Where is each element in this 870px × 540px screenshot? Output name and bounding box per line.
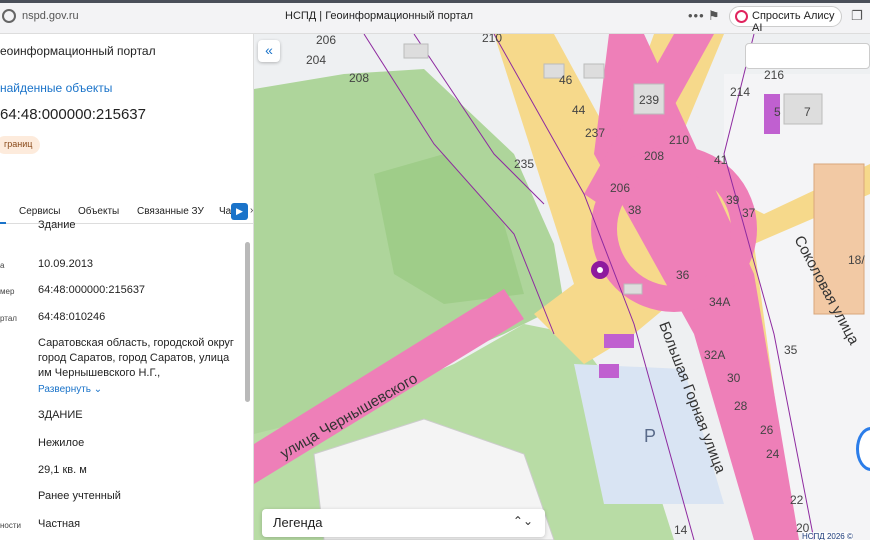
status-badge: границ	[0, 136, 41, 154]
tab-objects[interactable]: Объекты	[78, 206, 119, 217]
tab-related-parcels[interactable]: Связанные ЗУ	[137, 206, 204, 217]
parcel-number: 35	[784, 343, 798, 357]
building	[583, 63, 605, 79]
parcel-number: 39	[726, 193, 740, 207]
building	[623, 283, 643, 295]
address-value: Саратовская область, городской округ гор…	[38, 337, 234, 379]
bookmark-icon[interactable]: ⚑	[708, 8, 720, 24]
building	[604, 334, 634, 348]
more-icon[interactable]: •••	[688, 8, 705, 23]
ask-alice-button[interactable]: Спросить Алису AI	[729, 6, 842, 34]
parcel-number: 210	[482, 34, 502, 45]
parcel-number: 5	[774, 105, 781, 119]
parcel-number: 206	[316, 34, 336, 47]
parcel-number: 210	[669, 133, 689, 147]
window-edge	[0, 0, 870, 3]
parcel-number: 30	[727, 371, 741, 385]
parcel-number: 216	[764, 68, 784, 82]
parcel-number: 44	[572, 103, 586, 117]
row-value: ЗДАНИЕ	[38, 409, 83, 421]
parcel-number: 7	[804, 105, 811, 119]
ask-alice-label: Спросить Алису AI	[752, 10, 835, 34]
expand-link[interactable]: Развернуть ⌄	[38, 384, 102, 395]
parcel-number: 37	[742, 206, 756, 220]
row-value: 29,1 кв. м	[38, 464, 87, 476]
parcel-number: 28	[734, 399, 748, 413]
parcel-number: 237	[585, 126, 605, 140]
map-copyright: НСПД 2026 ©	[802, 532, 853, 540]
page-title: НСПД | Геоинформационный портал	[285, 10, 474, 22]
tabs-more-icon[interactable]: ›	[250, 205, 253, 216]
parcel-number: 204	[306, 53, 326, 67]
cadastral-number: 64:48:000000:215637	[0, 106, 146, 123]
row-value: Ранее учтенный	[38, 490, 121, 502]
map-canvas[interactable]: улица Чернышевского Большая Горная улица…	[254, 34, 870, 540]
row-value: Здание	[38, 219, 76, 231]
parcel-number: 239	[639, 93, 659, 107]
row-value: Частная	[38, 518, 81, 530]
tabs-scroll-right-icon[interactable]: ▶	[231, 203, 248, 220]
row-label: ртал	[0, 314, 17, 323]
legend-label: Легенда	[273, 515, 323, 530]
parcel-number: 24	[766, 447, 780, 461]
map-svg: улица Чернышевского Большая Горная улица…	[254, 34, 870, 540]
parcel-number: 214	[730, 85, 750, 99]
row-label: ности	[0, 521, 21, 530]
found-objects-link[interactable]: найденные объекты	[0, 81, 112, 95]
row-value: 64:48:010246	[38, 311, 106, 323]
parcel-number: 14	[674, 523, 688, 537]
row-value: Нежилое	[38, 437, 85, 449]
row-label: мер	[0, 287, 15, 296]
building	[403, 43, 429, 59]
object-info-panel: еоинформационный портал найденные объект…	[0, 34, 254, 540]
parcel-number: 208	[644, 149, 664, 163]
portal-title: еоинформационный портал	[0, 44, 156, 58]
browser-toolbar: nspd.gov.ru НСПД | Геоинформационный пор…	[0, 0, 870, 34]
parcel-number: 38	[628, 203, 642, 217]
row-value: 64:48:000000:215637	[38, 284, 146, 296]
parking-label: P	[644, 426, 656, 446]
site-info-icon[interactable]	[2, 9, 16, 23]
parcel-number: 206	[610, 181, 630, 195]
parcel-number: 22	[790, 493, 804, 507]
row-value: 10.09.2013	[38, 258, 94, 270]
parcel-number: 208	[349, 71, 369, 85]
tab-services[interactable]: Сервисы	[19, 206, 60, 217]
panel-scrollbar[interactable]	[245, 242, 250, 402]
building	[783, 93, 823, 125]
copy-icon[interactable]: ❐	[851, 8, 863, 24]
chevron-down-icon: ⌄	[93, 384, 103, 395]
parcel-number: 36	[676, 268, 690, 282]
building	[599, 364, 619, 378]
parcel-number: 26	[760, 423, 774, 437]
legend-selector[interactable]: Легенда ⌃⌄	[262, 509, 545, 537]
expand-label: Развернуть	[38, 384, 92, 395]
active-tab-indicator	[0, 222, 6, 224]
parcel-number: 235	[514, 157, 534, 171]
alice-icon	[735, 10, 748, 23]
parcel-number: 32А	[704, 348, 725, 362]
chevron-updown-icon: ⌃⌄	[512, 514, 533, 528]
map-search-input[interactable]	[745, 43, 870, 69]
collapse-panel-button[interactable]: «	[258, 40, 280, 62]
parcel-number: 18/	[848, 253, 865, 267]
row-label: а	[0, 261, 5, 270]
parcel-number: 41	[714, 153, 728, 167]
parcel-number: 34А	[709, 295, 730, 309]
address-bar[interactable]: nspd.gov.ru	[22, 10, 79, 22]
tab-parts[interactable]: Ча	[219, 206, 231, 217]
parcel-number: 46	[559, 73, 573, 87]
